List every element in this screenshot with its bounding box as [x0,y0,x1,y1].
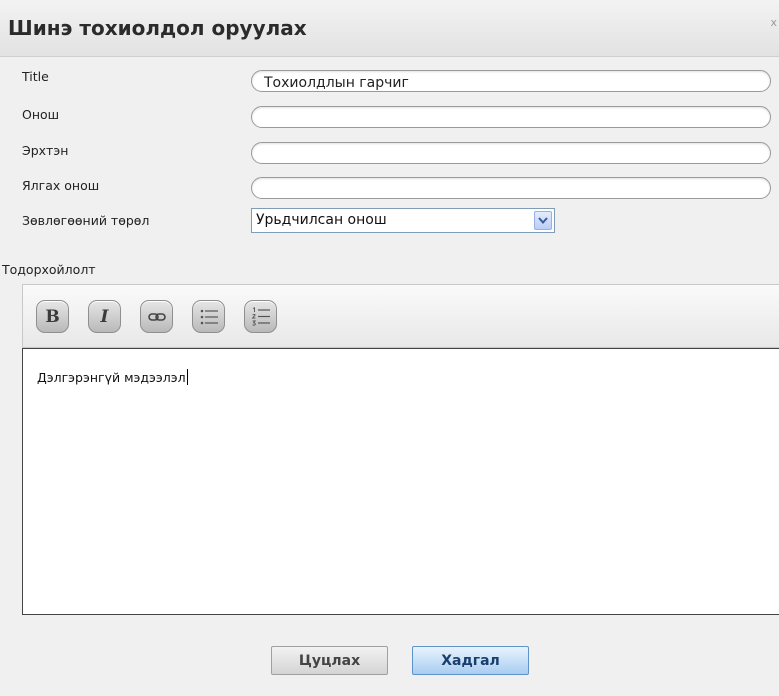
diagnosis-input[interactable] [251,106,771,128]
bold-icon: B [45,306,60,327]
new-case-dialog: Шинэ тохиолдол оруулах x Title Онош Эрхт… [0,0,779,696]
link-button[interactable] [140,300,173,333]
editor-content: Дэлгэрэнгүй мэдээлэл [37,369,188,385]
dialog-title-bar: Шинэ тохиолдол оруулах x [0,0,779,57]
advice-type-value: Урьдчилсан онош [256,212,387,228]
italic-icon: I [100,306,109,327]
advice-type-select[interactable]: Урьдчилсан онош [251,208,555,233]
description-label: Тодорхойлолт [2,262,96,277]
advice-type-label: Зөвлөгөөний төрөл [22,213,150,228]
dialog-title: Шинэ тохиолдол оруулах [8,16,307,40]
description-editor[interactable]: Дэлгэрэнгүй мэдээлэл [22,348,779,615]
numbered-list-icon [245,301,276,332]
differential-input[interactable] [251,177,771,199]
bullet-list-button[interactable] [192,300,225,333]
organ-input[interactable] [251,142,771,164]
title-label: Title [22,69,49,84]
bullet-list-icon [193,301,224,332]
editor-text: Дэлгэрэнгүй мэдээлэл [37,370,186,385]
text-caret [186,369,188,385]
italic-button[interactable]: I [88,300,121,333]
close-icon[interactable]: x [770,16,777,29]
bold-button[interactable]: B [36,300,69,333]
link-icon [141,301,172,332]
save-button[interactable]: Хадгал [412,646,529,675]
diagnosis-label: Онош [22,107,60,122]
differential-label: Ялгах онош [22,178,100,193]
editor-toolbar: B I [22,284,779,348]
organ-label: Эрхтэн [22,143,69,158]
cancel-button[interactable]: Цуцлах [271,646,388,675]
chevron-down-icon[interactable] [534,211,552,230]
title-input[interactable] [251,70,771,92]
numbered-list-button[interactable] [244,300,277,333]
